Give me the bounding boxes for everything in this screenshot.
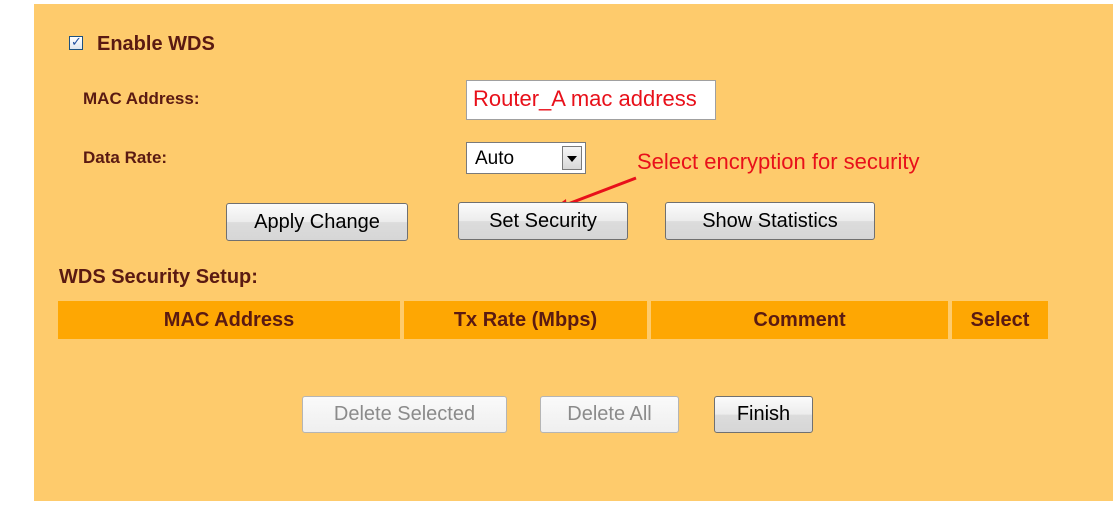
apply-change-button[interactable]: Apply Change: [226, 203, 408, 241]
mac-address-input[interactable]: [466, 80, 716, 120]
delete-selected-button[interactable]: Delete Selected: [302, 396, 507, 433]
enable-wds-label: Enable WDS: [97, 33, 215, 55]
column-select: Select: [952, 301, 1048, 339]
enable-wds-checkbox[interactable]: ✓: [69, 34, 83, 50]
finish-button[interactable]: Finish: [714, 396, 813, 433]
set-security-button[interactable]: Set Security: [458, 202, 628, 240]
security-table-header: MAC Address Tx Rate (Mbps) Comment Selec…: [58, 301, 1048, 339]
data-rate-value: Auto: [475, 148, 515, 169]
mac-address-label: MAC Address:: [83, 89, 200, 108]
delete-all-button[interactable]: Delete All: [540, 396, 679, 433]
wds-security-title: WDS Security Setup:: [59, 266, 258, 288]
check-icon: ✓: [71, 34, 82, 49]
column-comment: Comment: [651, 301, 952, 339]
security-annotation: Select encryption for security: [637, 149, 920, 174]
column-mac-address: MAC Address: [58, 301, 404, 339]
data-rate-label: Data Rate:: [83, 148, 168, 167]
chevron-down-icon[interactable]: [562, 146, 582, 170]
data-rate-select[interactable]: Auto: [466, 142, 586, 174]
column-tx-rate: Tx Rate (Mbps): [404, 301, 651, 339]
show-statistics-button[interactable]: Show Statistics: [665, 202, 875, 240]
